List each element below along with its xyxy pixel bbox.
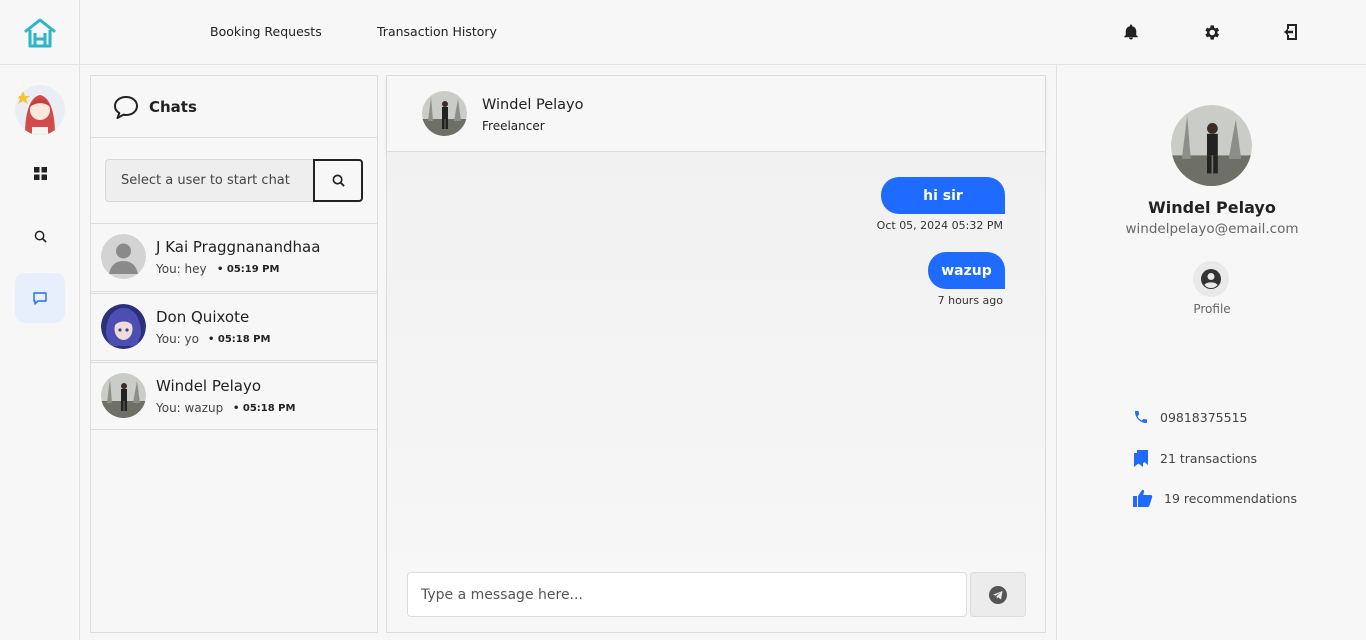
chat-name: Windel Pelayo — [156, 377, 262, 395]
chat-search-button[interactable] — [313, 159, 363, 202]
chat-last-message: You: yo — [156, 332, 199, 346]
send-button[interactable] — [970, 572, 1026, 617]
avatar — [101, 234, 146, 279]
chat-time: • 05:18 PM — [208, 334, 271, 345]
profile-label: Profile — [1193, 302, 1231, 316]
dashboard-grid-icon[interactable] — [15, 148, 65, 198]
logout-icon[interactable] — [1280, 21, 1302, 43]
profile-avatar — [1171, 105, 1252, 186]
chat-time: • 05:18 PM — [233, 403, 296, 414]
message-composer — [387, 552, 1045, 632]
message-time: 7 hours ago — [937, 294, 1003, 307]
chat-last-message: You: hey — [156, 262, 207, 276]
user-circle-icon — [1201, 269, 1221, 289]
transactions-row: 21 transactions — [1133, 449, 1257, 467]
avatar — [101, 373, 146, 418]
nav-booking-requests[interactable]: Booking Requests — [210, 24, 322, 39]
message-input[interactable] — [407, 572, 967, 617]
chat-bubble-icon — [114, 95, 138, 119]
search-icon — [332, 174, 345, 187]
search-icon[interactable] — [15, 211, 65, 261]
conversation-role: Freelancer — [482, 119, 545, 133]
chat-list-item[interactable]: Windel Pelayo You: wazup • 05:18 PM — [91, 362, 377, 430]
phone-row: 09818375515 — [1133, 409, 1247, 425]
avatar — [101, 304, 146, 349]
message-bubble: hi sir — [881, 177, 1005, 214]
gear-icon[interactable] — [1200, 21, 1222, 43]
phone-icon — [1135, 411, 1147, 423]
nav-transaction-history[interactable]: Transaction History — [377, 24, 497, 39]
user-avatar[interactable] — [15, 85, 65, 135]
chat-list-item[interactable]: Don Quixote You: yo • 05:18 PM — [91, 293, 377, 361]
profile-email: windelpelayo@email.com — [1125, 221, 1299, 237]
profile-name: Windel Pelayo — [1148, 198, 1276, 217]
conversation-name: Windel Pelayo — [482, 97, 584, 113]
chat-last-message: You: wazup — [156, 401, 224, 415]
message-bubble: wazup — [928, 252, 1005, 289]
chat-time: • 05:19 PM — [217, 264, 280, 275]
transactions-count: 21 transactions — [1160, 450, 1258, 466]
profile-button[interactable] — [1193, 261, 1229, 297]
recommendations-row: 19 recommendations — [1133, 489, 1297, 507]
house-logo-icon — [24, 18, 55, 47]
chat-search-input[interactable] — [105, 159, 313, 202]
chats-panel: Chats J Kai Praggnanandhaa You: hey • 05… — [90, 75, 378, 633]
chats-header: Chats — [91, 76, 377, 138]
chat-list-item[interactable]: J Kai Praggnanandhaa You: hey • 05:19 PM — [91, 224, 377, 292]
bell-icon[interactable] — [1120, 21, 1142, 43]
conversation-panel: Windel Pelayo Freelancer hi sir Oct 05, … — [386, 75, 1046, 633]
sidebar — [0, 65, 80, 640]
recommendations-count: 19 recommendations — [1164, 490, 1297, 506]
thumbs-up-icon — [1133, 489, 1153, 507]
chat-name: Don Quixote — [156, 308, 250, 326]
chats-title: Chats — [149, 97, 197, 116]
conversation-header: Windel Pelayo Freelancer — [387, 76, 1045, 152]
send-telegram-icon — [989, 585, 1007, 604]
top-bar: Booking Requests Transaction History — [0, 0, 1366, 65]
avatar — [422, 91, 467, 136]
chat-search — [91, 138, 377, 224]
bookmarks-icon — [1134, 450, 1148, 467]
message-list: hi sir Oct 05, 2024 05:32 PM wazup 7 hou… — [387, 152, 1045, 552]
message-time: Oct 05, 2024 05:32 PM — [876, 219, 1003, 232]
chat-name: J Kai Praggnanandhaa — [156, 238, 321, 256]
chat-icon[interactable] — [15, 273, 65, 323]
logo[interactable] — [0, 0, 80, 65]
phone-number: 09818375515 — [1160, 409, 1248, 425]
profile-panel: Windel Pelayo windelpelayo@email.com Pro… — [1056, 65, 1366, 640]
